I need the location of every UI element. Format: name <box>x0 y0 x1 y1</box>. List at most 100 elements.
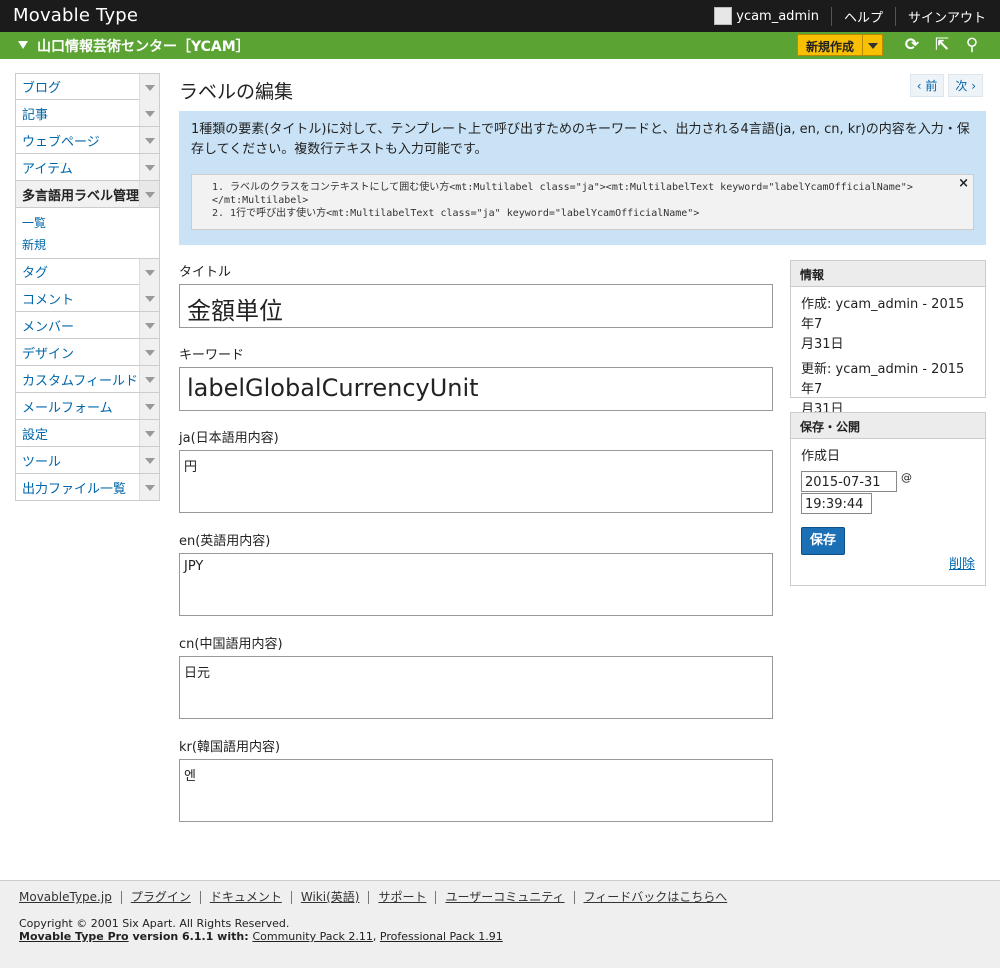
next-link[interactable]: 次 › <box>948 74 983 97</box>
chevron-down-icon[interactable] <box>139 420 159 446</box>
chevron-down-icon[interactable] <box>139 312 159 338</box>
create-dropdown-icon[interactable] <box>862 35 883 55</box>
refresh-icon[interactable]: ⟳ <box>902 35 922 55</box>
site-name[interactable]: 山口情報芸術センター［YCAM］ <box>37 36 250 56</box>
sidebar-item-webpages[interactable]: ウェブページ <box>15 127 160 154</box>
created-line-2: 月31日 <box>801 337 844 352</box>
ja-label: ja(日本語用内容) <box>179 431 279 446</box>
site-menu-triangle-icon[interactable] <box>18 41 28 49</box>
avatar[interactable] <box>714 7 733 25</box>
footer-link-movabletype[interactable]: MovableType.jp <box>19 891 121 904</box>
code-line-1: 1. ラベルのクラスをコンテキストにして囲む使い方<mt:Multilabel … <box>212 182 913 193</box>
chevron-down-icon[interactable] <box>139 474 159 500</box>
footer-link-plugins[interactable]: プラグイン <box>120 891 200 904</box>
help-description: 1種類の要素(タイトル)に対して、テンプレート上で呼び出すためのキーワードと、出… <box>191 122 970 157</box>
cn-textarea[interactable]: 日元 <box>179 656 773 719</box>
product-link[interactable]: Movable Type Pro <box>19 930 129 943</box>
sidebar-item-tags[interactable]: タグ <box>15 258 160 285</box>
publish-widget-body: 作成日 2015-07-31 @ 19:39:44 保存 削除 <box>791 439 985 583</box>
sidebar-item-tools[interactable]: ツール <box>15 447 160 474</box>
chevron-down-icon[interactable] <box>139 393 159 419</box>
chevron-down-icon[interactable] <box>139 366 159 392</box>
sidebar-item-multilabel[interactable]: 多言語用ラベル管理 <box>15 181 160 208</box>
publish-widget: 保存・公開 作成日 2015-07-31 @ 19:39:44 保存 削除 <box>790 412 986 586</box>
close-icon[interactable]: × <box>958 176 969 191</box>
sidebar-item-output-files[interactable]: 出力ファイル一覧 <box>15 474 160 501</box>
help-message: 1種類の要素(タイトル)に対して、テンプレート上で呼び出すためのキーワードと、出… <box>179 111 986 245</box>
copyright-text: Copyright © 2001 Six Apart. All Rights R… <box>19 917 290 930</box>
professional-pack-link[interactable]: Professional Pack 1.91 <box>380 930 503 943</box>
chevron-down-icon[interactable] <box>139 447 159 473</box>
version-info: Movable Type Pro version 6.1.1 with: Com… <box>19 930 503 943</box>
footer-link-support[interactable]: サポート <box>368 891 435 904</box>
ja-textarea[interactable]: 円 <box>179 450 773 513</box>
community-pack-link[interactable]: Community Pack 2.11 <box>252 930 372 943</box>
sidebar-item-comments[interactable]: コメント <box>15 285 160 312</box>
chevron-down-icon[interactable] <box>139 127 159 153</box>
sidebar-subnav: 一覧 新規 <box>15 208 160 258</box>
sidebar-item-members[interactable]: メンバー <box>15 312 160 339</box>
top-bar: Movable Type ycam_admin ヘルプ サインアウト <box>0 0 1000 32</box>
code-sample: 1. ラベルのクラスをコンテキストにして囲む使い方<mt:Multilabel … <box>191 174 974 230</box>
info-widget-title: 情報 <box>791 261 985 287</box>
chevron-down-icon[interactable] <box>139 181 159 207</box>
title-input[interactable]: 金額単位 <box>179 284 773 328</box>
help-link[interactable]: ヘルプ <box>830 6 895 26</box>
subnav-list-link[interactable]: 一覧 <box>22 212 159 234</box>
publish-widget-title: 保存・公開 <box>791 413 985 439</box>
date-input[interactable]: 2015-07-31 <box>801 471 897 492</box>
sidebar: ブログ 記事 ウェブページ アイテム 多言語用ラベル管理 一覧 新規 タグ コメ… <box>15 73 160 501</box>
created-line-1: 作成: ycam_admin - 2015年7 <box>801 297 965 332</box>
version-text: version 6.1.1 with: <box>128 930 253 943</box>
chevron-down-icon[interactable] <box>139 258 159 285</box>
cn-label: cn(中国語用内容) <box>179 637 283 652</box>
create-new-label[interactable]: 新規作成 <box>798 35 863 55</box>
info-widget-body: 作成: ycam_admin - 2015年7 月31日 更新: ycam_ad… <box>791 287 985 428</box>
code-line-2: 2. 1行で呼び出す使い方<mt:MultilabelText class="j… <box>212 208 700 219</box>
footer-link-docs[interactable]: ドキュメント <box>199 891 291 904</box>
sidebar-item-custom-fields[interactable]: カスタムフィールド <box>15 366 160 393</box>
chevron-down-icon[interactable] <box>139 73 159 100</box>
sidebar-item-blog[interactable]: ブログ <box>15 73 160 100</box>
en-textarea[interactable]: JPY <box>179 553 773 616</box>
chevron-down-icon[interactable] <box>139 100 159 126</box>
sidebar-item-mail-form[interactable]: メールフォーム <box>15 393 160 420</box>
prev-link[interactable]: ‹ 前 <box>909 74 945 97</box>
chevron-down-icon[interactable] <box>139 339 159 365</box>
footer: MovableType.jp プラグイン ドキュメント Wiki(英語) サポー… <box>0 880 1000 968</box>
pager: ‹ 前 次 › <box>909 74 983 97</box>
subnav-new-link[interactable]: 新規 <box>22 234 159 256</box>
user-menu: ycam_admin ヘルプ サインアウト <box>714 0 986 32</box>
delete-link[interactable]: 削除 <box>949 557 975 572</box>
kr-label: kr(韓国語用内容) <box>179 740 281 755</box>
title-label: タイトル <box>179 265 232 280</box>
info-widget: 情報 作成: ycam_admin - 2015年7 月31日 更新: ycam… <box>790 260 986 417</box>
sidebar-item-entries[interactable]: 記事 <box>15 100 160 127</box>
kr-textarea[interactable]: 엔 <box>179 759 773 822</box>
time-input[interactable]: 19:39:44 <box>801 493 872 514</box>
footer-link-community[interactable]: ユーザーコミュニティ <box>435 891 573 904</box>
username-link[interactable]: ycam_admin <box>736 9 819 24</box>
sidebar-item-design[interactable]: デザイン <box>15 339 160 366</box>
created-date-label: 作成日 <box>801 449 841 464</box>
footer-link-wiki[interactable]: Wiki(英語) <box>290 891 369 904</box>
version-comma: , <box>372 930 380 943</box>
page-title: ラベルの編集 <box>179 81 294 103</box>
brand-logo[interactable]: Movable Type <box>13 5 138 26</box>
save-button[interactable]: 保存 <box>801 527 846 555</box>
at-symbol: @ <box>901 471 912 484</box>
footer-link-feedback[interactable]: フィードバックはこちらへ <box>573 891 737 904</box>
sidebar-item-settings[interactable]: 設定 <box>15 420 160 447</box>
search-icon[interactable]: ⚲ <box>962 35 982 55</box>
signout-link[interactable]: サインアウト <box>894 6 986 26</box>
chevron-down-icon[interactable] <box>139 154 159 180</box>
sidebar-item-assets[interactable]: アイテム <box>15 154 160 181</box>
footer-links: MovableType.jp プラグイン ドキュメント Wiki(英語) サポー… <box>19 891 736 904</box>
external-link-icon[interactable]: ⇱ <box>932 35 952 55</box>
keyword-input[interactable]: labelGlobalCurrencyUnit <box>179 367 773 411</box>
en-label: en(英語用内容) <box>179 534 271 549</box>
chevron-down-icon[interactable] <box>139 285 159 311</box>
keyword-label: キーワード <box>179 348 245 363</box>
create-new-button[interactable]: 新規作成 <box>797 34 884 56</box>
site-tools: ⟳ ⇱ ⚲ <box>902 35 982 55</box>
